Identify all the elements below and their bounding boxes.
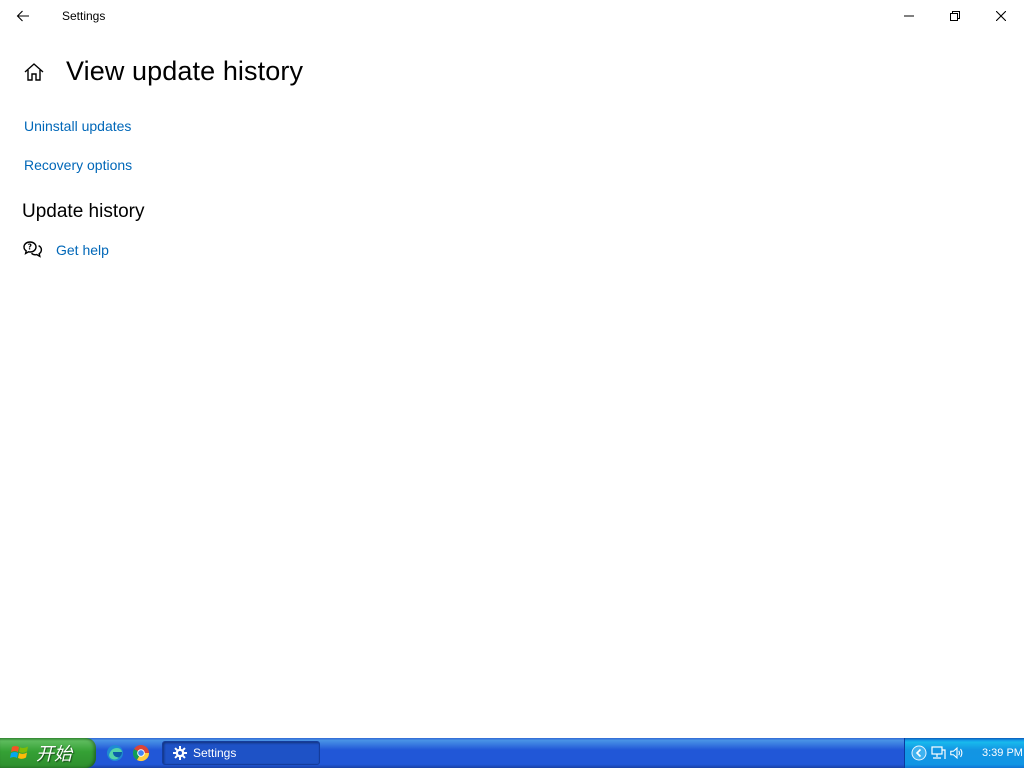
windows-logo-icon bbox=[10, 746, 28, 759]
taskbar-button-settings[interactable]: Settings bbox=[162, 741, 320, 765]
get-help-row[interactable]: ? Get help bbox=[23, 240, 109, 260]
chrome-icon[interactable] bbox=[132, 744, 150, 762]
window-title: Settings bbox=[62, 9, 106, 23]
home-icon bbox=[24, 62, 44, 81]
get-help-link[interactable]: Get help bbox=[56, 242, 109, 258]
taskbar-settings-label: Settings bbox=[193, 746, 237, 760]
start-label: 开始 bbox=[36, 744, 72, 765]
quick-launch bbox=[106, 744, 158, 762]
taskbar: 开始 Settings 3:39 PM bbox=[0, 738, 1024, 768]
restore-button[interactable] bbox=[932, 0, 978, 32]
window-controls bbox=[886, 0, 1024, 32]
back-button[interactable] bbox=[0, 0, 46, 32]
restore-icon bbox=[950, 11, 960, 21]
gear-icon bbox=[173, 746, 187, 760]
minimize-button[interactable] bbox=[886, 0, 932, 32]
chevron-left-icon bbox=[911, 745, 927, 761]
section-title: Update history bbox=[22, 201, 145, 222]
volume-tray-button[interactable] bbox=[949, 745, 965, 761]
svg-text:?: ? bbox=[28, 243, 32, 252]
network-tray-button[interactable] bbox=[930, 745, 946, 761]
close-button[interactable] bbox=[978, 0, 1024, 32]
home-button[interactable] bbox=[22, 60, 46, 84]
minimize-icon bbox=[904, 15, 914, 17]
uninstall-updates-link[interactable]: Uninstall updates bbox=[24, 118, 131, 134]
edge-icon[interactable] bbox=[106, 744, 124, 762]
show-hidden-icons-button[interactable] bbox=[911, 745, 927, 761]
chat-help-icon: ? bbox=[23, 240, 43, 260]
page-title: View update history bbox=[66, 56, 304, 86]
page-header: View update history bbox=[22, 56, 303, 87]
close-icon bbox=[996, 11, 1006, 21]
title-bar: Settings bbox=[0, 0, 1024, 32]
settings-window: Settings View update history Uninstall u… bbox=[0, 0, 1024, 738]
network-icon bbox=[931, 746, 946, 759]
start-button[interactable]: 开始 bbox=[0, 738, 96, 768]
system-tray: 3:39 PM bbox=[904, 738, 1024, 768]
volume-icon bbox=[950, 746, 963, 760]
back-arrow-icon bbox=[16, 10, 29, 22]
clock[interactable]: 3:39 PM bbox=[982, 747, 1023, 759]
recovery-options-link[interactable]: Recovery options bbox=[24, 157, 132, 173]
